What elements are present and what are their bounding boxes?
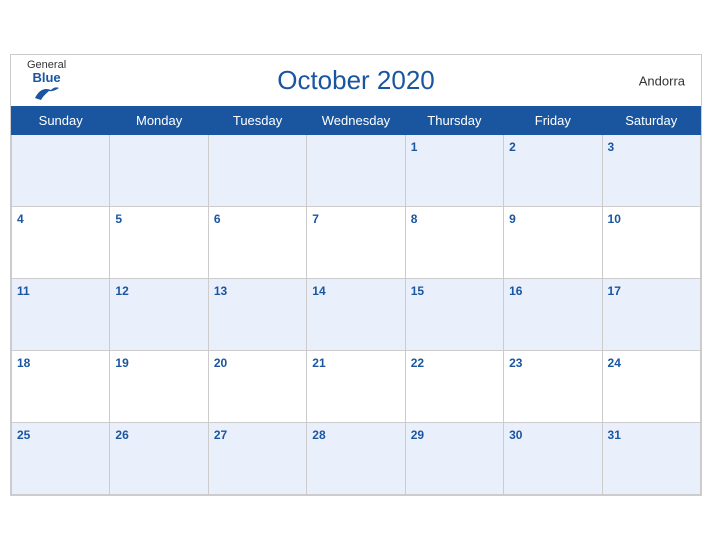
- logo: General Blue: [27, 60, 66, 102]
- week-row-1: 1 2 3: [12, 135, 701, 207]
- week-row-4: 18 19 20 21 22 23 24: [12, 351, 701, 423]
- day-cell: [12, 135, 110, 207]
- day-cell: 27: [208, 423, 306, 495]
- day-cell: 7: [307, 207, 405, 279]
- day-cell: 11: [12, 279, 110, 351]
- day-number: 1: [411, 140, 418, 154]
- day-number: 18: [17, 356, 30, 370]
- calendar-container: General Blue October 2020 Andorra Sunday…: [10, 54, 702, 496]
- day-cell: 8: [405, 207, 503, 279]
- day-cell: 31: [602, 423, 700, 495]
- day-number: 2: [509, 140, 516, 154]
- day-cell: 22: [405, 351, 503, 423]
- day-cell: 18: [12, 351, 110, 423]
- header-monday: Monday: [110, 107, 208, 135]
- day-number: 13: [214, 284, 227, 298]
- day-number: 25: [17, 428, 30, 442]
- day-number: 30: [509, 428, 522, 442]
- day-number: 11: [17, 284, 30, 298]
- day-headers-row: Sunday Monday Tuesday Wednesday Thursday…: [12, 107, 701, 135]
- header-tuesday: Tuesday: [208, 107, 306, 135]
- day-number: 6: [214, 212, 221, 226]
- day-number: 22: [411, 356, 424, 370]
- week-row-5: 25 26 27 28 29 30 31: [12, 423, 701, 495]
- day-cell: 12: [110, 279, 208, 351]
- day-cell: 5: [110, 207, 208, 279]
- day-number: 23: [509, 356, 522, 370]
- day-cell: [307, 135, 405, 207]
- header-thursday: Thursday: [405, 107, 503, 135]
- day-cell: 2: [504, 135, 602, 207]
- day-number: 16: [509, 284, 522, 298]
- day-number: 17: [608, 284, 621, 298]
- day-cell: 3: [602, 135, 700, 207]
- day-number: 28: [312, 428, 325, 442]
- logo-blue-text: Blue: [32, 71, 60, 84]
- day-number: 8: [411, 212, 418, 226]
- day-number: 29: [411, 428, 424, 442]
- day-number: 26: [115, 428, 128, 442]
- calendar-header: General Blue October 2020 Andorra: [11, 55, 701, 106]
- day-cell: 4: [12, 207, 110, 279]
- day-cell: 16: [504, 279, 602, 351]
- day-number: 5: [115, 212, 122, 226]
- day-number: 21: [312, 356, 325, 370]
- day-cell: 26: [110, 423, 208, 495]
- day-cell: 19: [110, 351, 208, 423]
- day-cell: 17: [602, 279, 700, 351]
- day-number: 20: [214, 356, 227, 370]
- day-number: 4: [17, 212, 24, 226]
- day-cell: 30: [504, 423, 602, 495]
- day-cell: [110, 135, 208, 207]
- day-cell: 1: [405, 135, 503, 207]
- day-cell: [208, 135, 306, 207]
- day-cell: 21: [307, 351, 405, 423]
- day-cell: 24: [602, 351, 700, 423]
- day-number: 3: [608, 140, 615, 154]
- day-number: 12: [115, 284, 128, 298]
- week-row-3: 11 12 13 14 15 16 17: [12, 279, 701, 351]
- day-number: 27: [214, 428, 227, 442]
- day-cell: 13: [208, 279, 306, 351]
- day-number: 15: [411, 284, 424, 298]
- day-number: 19: [115, 356, 128, 370]
- day-number: 31: [608, 428, 621, 442]
- day-number: 9: [509, 212, 516, 226]
- day-cell: 28: [307, 423, 405, 495]
- country-label: Andorra: [639, 73, 685, 88]
- header-wednesday: Wednesday: [307, 107, 405, 135]
- day-number: 7: [312, 212, 319, 226]
- day-cell: 10: [602, 207, 700, 279]
- day-cell: 20: [208, 351, 306, 423]
- header-sunday: Sunday: [12, 107, 110, 135]
- day-number: 24: [608, 356, 621, 370]
- day-number: 10: [608, 212, 621, 226]
- calendar-grid: Sunday Monday Tuesday Wednesday Thursday…: [11, 106, 701, 495]
- header-saturday: Saturday: [602, 107, 700, 135]
- day-cell: 15: [405, 279, 503, 351]
- day-number: 14: [312, 284, 325, 298]
- logo-bird-icon: [33, 84, 61, 102]
- week-row-2: 4 5 6 7 8 9 10: [12, 207, 701, 279]
- day-cell: 6: [208, 207, 306, 279]
- day-cell: 25: [12, 423, 110, 495]
- header-friday: Friday: [504, 107, 602, 135]
- day-cell: 14: [307, 279, 405, 351]
- calendar-title: October 2020: [277, 65, 435, 96]
- calendar-body: 1234567891011121314151617181920212223242…: [12, 135, 701, 495]
- day-cell: 23: [504, 351, 602, 423]
- day-cell: 9: [504, 207, 602, 279]
- day-cell: 29: [405, 423, 503, 495]
